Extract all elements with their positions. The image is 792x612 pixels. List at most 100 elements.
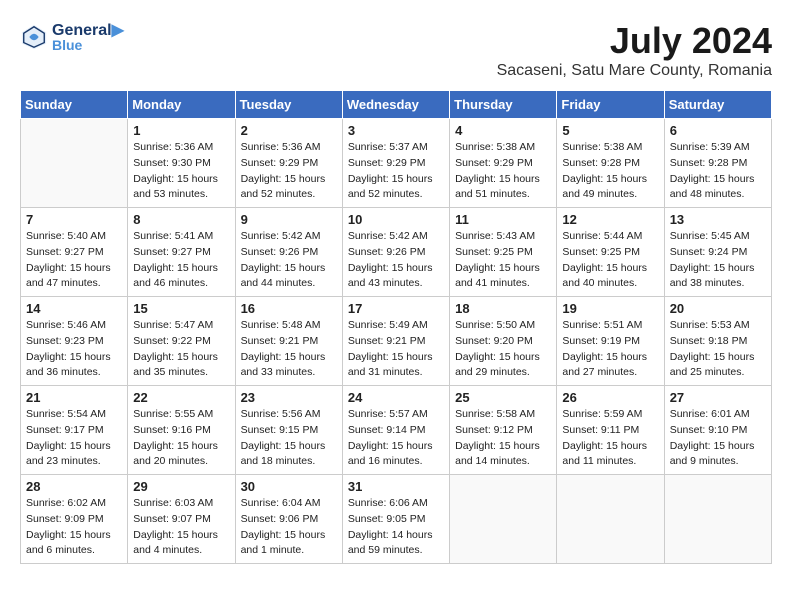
calendar-cell: 27Sunrise: 6:01 AMSunset: 9:10 PMDayligh… [664,386,771,475]
day-info: Sunrise: 6:02 AMSunset: 9:09 PMDaylight:… [26,496,122,559]
day-number: 27 [670,390,766,405]
calendar-cell: 20Sunrise: 5:53 AMSunset: 9:18 PMDayligh… [664,297,771,386]
weekday-header-monday: Monday [128,91,235,119]
day-number: 15 [133,301,229,316]
calendar-cell: 3 Sunrise: 5:37 AMSunset: 9:29 PMDaylight… [342,119,449,208]
logo: General▶ Blue [20,20,124,53]
day-info: Sunrise: 5:37 AMSunset: 9:29 PMDaylight:… [348,140,444,203]
weekday-header-sunday: Sunday [21,91,128,119]
calendar-cell: 22 Sunrise: 5:55 AMSunset: 9:16 PMDayligh… [128,386,235,475]
day-info: Sunrise: 5:38 AMSunset: 9:28 PMDaylight:… [562,140,658,203]
day-number: 9 [241,212,337,227]
day-number: 18 [455,301,551,316]
calendar-cell: 25Sunrise: 5:58 AMSunset: 9:12 PMDayligh… [450,386,557,475]
day-number: 24 [348,390,444,405]
day-number: 8 [133,212,229,227]
logo-text: General▶ Blue [52,20,124,53]
logo-icon [20,23,48,51]
calendar-cell: 1 Sunrise: 5:36 AMSunset: 9:30 PMDaylight… [128,119,235,208]
day-number: 30 [241,479,337,494]
day-number: 1 [133,123,229,138]
day-info: Sunrise: 5:58 AMSunset: 9:12 PMDaylight:… [455,407,551,470]
day-info: Sunrise: 5:51 AMSunset: 9:19 PMDaylight:… [562,318,658,381]
calendar-cell: 17Sunrise: 5:49 AMSunset: 9:21 PMDayligh… [342,297,449,386]
day-number: 12 [562,212,658,227]
day-number: 26 [562,390,658,405]
weekday-header-tuesday: Tuesday [235,91,342,119]
day-number: 7 [26,212,122,227]
day-info: Sunrise: 5:50 AMSunset: 9:20 PMDaylight:… [455,318,551,381]
calendar-cell [557,475,664,564]
day-info: Sunrise: 5:47 AMSunset: 9:22 PMDaylight:… [133,318,229,381]
day-info: Sunrise: 5:36 AMSunset: 9:29 PMDaylight:… [241,140,337,203]
weekday-header-friday: Friday [557,91,664,119]
week-row-1: 1 Sunrise: 5:36 AMSunset: 9:30 PMDaylight… [21,119,772,208]
calendar-cell [21,119,128,208]
page-header: General▶ Blue July 2024 Sacaseni, Satu M… [20,20,772,80]
day-number: 16 [241,301,337,316]
calendar-cell: 13 Sunrise: 5:45 AMSunset: 9:24 PMDayligh… [664,208,771,297]
calendar-cell [450,475,557,564]
day-number: 22 [133,390,229,405]
day-info: Sunrise: 5:48 AMSunset: 9:21 PMDaylight:… [241,318,337,381]
day-info: Sunrise: 5:56 AMSunset: 9:15 PMDaylight:… [241,407,337,470]
calendar-cell: 31 Sunrise: 6:06 AMSunset: 9:05 PMDayligh… [342,475,449,564]
day-info: Sunrise: 5:59 AMSunset: 9:11 PMDaylight:… [562,407,658,470]
day-number: 19 [562,301,658,316]
weekday-header-thursday: Thursday [450,91,557,119]
day-info: Sunrise: 6:04 AMSunset: 9:06 PMDaylight:… [241,496,337,559]
weekday-header-row: SundayMondayTuesdayWednesdayThursdayFrid… [21,91,772,119]
day-number: 23 [241,390,337,405]
week-row-3: 14Sunrise: 5:46 AMSunset: 9:23 PMDayligh… [21,297,772,386]
week-row-5: 28 Sunrise: 6:02 AMSunset: 9:09 PMDayligh… [21,475,772,564]
day-info: Sunrise: 5:49 AMSunset: 9:21 PMDaylight:… [348,318,444,381]
calendar-cell: 5Sunrise: 5:38 AMSunset: 9:28 PMDaylight… [557,119,664,208]
calendar-cell: 30 Sunrise: 6:04 AMSunset: 9:06 PMDayligh… [235,475,342,564]
day-info: Sunrise: 5:44 AMSunset: 9:25 PMDaylight:… [562,229,658,292]
day-number: 28 [26,479,122,494]
day-info: Sunrise: 5:38 AMSunset: 9:29 PMDaylight:… [455,140,551,203]
calendar-cell: 9 Sunrise: 5:42 AMSunset: 9:26 PMDaylight… [235,208,342,297]
day-info: Sunrise: 5:40 AMSunset: 9:27 PMDaylight:… [26,229,122,292]
calendar-cell: 28 Sunrise: 6:02 AMSunset: 9:09 PMDayligh… [21,475,128,564]
day-info: Sunrise: 5:43 AMSunset: 9:25 PMDaylight:… [455,229,551,292]
day-info: Sunrise: 6:03 AMSunset: 9:07 PMDaylight:… [133,496,229,559]
day-info: Sunrise: 5:45 AMSunset: 9:24 PMDaylight:… [670,229,766,292]
day-info: Sunrise: 6:06 AMSunset: 9:05 PMDaylight:… [348,496,444,559]
calendar-cell [664,475,771,564]
calendar-cell: 10Sunrise: 5:42 AMSunset: 9:26 PMDayligh… [342,208,449,297]
week-row-2: 7 Sunrise: 5:40 AMSunset: 9:27 PMDaylight… [21,208,772,297]
calendar-cell: 12 Sunrise: 5:44 AMSunset: 9:25 PMDayligh… [557,208,664,297]
calendar-cell: 2 Sunrise: 5:36 AMSunset: 9:29 PMDaylight… [235,119,342,208]
location-title: Sacaseni, Satu Mare County, Romania [497,62,772,80]
calendar-cell: 18 Sunrise: 5:50 AMSunset: 9:20 PMDayligh… [450,297,557,386]
day-number: 29 [133,479,229,494]
calendar-cell: 26 Sunrise: 5:59 AMSunset: 9:11 PMDayligh… [557,386,664,475]
calendar-cell: 4Sunrise: 5:38 AMSunset: 9:29 PMDaylight… [450,119,557,208]
day-info: Sunrise: 5:36 AMSunset: 9:30 PMDaylight:… [133,140,229,203]
calendar-cell: 6 Sunrise: 5:39 AMSunset: 9:28 PMDaylight… [664,119,771,208]
day-info: Sunrise: 5:42 AMSunset: 9:26 PMDaylight:… [241,229,337,292]
day-number: 3 [348,123,444,138]
day-info: Sunrise: 5:54 AMSunset: 9:17 PMDaylight:… [26,407,122,470]
calendar-table: SundayMondayTuesdayWednesdayThursdayFrid… [20,90,772,564]
day-number: 31 [348,479,444,494]
calendar-cell: 7 Sunrise: 5:40 AMSunset: 9:27 PMDaylight… [21,208,128,297]
day-number: 14 [26,301,122,316]
calendar-cell: 11Sunrise: 5:43 AMSunset: 9:25 PMDayligh… [450,208,557,297]
weekday-header-saturday: Saturday [664,91,771,119]
day-info: Sunrise: 5:39 AMSunset: 9:28 PMDaylight:… [670,140,766,203]
calendar-cell: 14Sunrise: 5:46 AMSunset: 9:23 PMDayligh… [21,297,128,386]
month-title: July 2024 [497,20,772,62]
day-number: 21 [26,390,122,405]
day-number: 6 [670,123,766,138]
day-info: Sunrise: 5:55 AMSunset: 9:16 PMDaylight:… [133,407,229,470]
calendar-cell: 8Sunrise: 5:41 AMSunset: 9:27 PMDaylight… [128,208,235,297]
calendar-cell: 21 Sunrise: 5:54 AMSunset: 9:17 PMDayligh… [21,386,128,475]
calendar-cell: 15 Sunrise: 5:47 AMSunset: 9:22 PMDayligh… [128,297,235,386]
day-number: 13 [670,212,766,227]
calendar-cell: 23 Sunrise: 5:56 AMSunset: 9:15 PMDayligh… [235,386,342,475]
day-info: Sunrise: 5:42 AMSunset: 9:26 PMDaylight:… [348,229,444,292]
week-row-4: 21 Sunrise: 5:54 AMSunset: 9:17 PMDayligh… [21,386,772,475]
day-number: 2 [241,123,337,138]
